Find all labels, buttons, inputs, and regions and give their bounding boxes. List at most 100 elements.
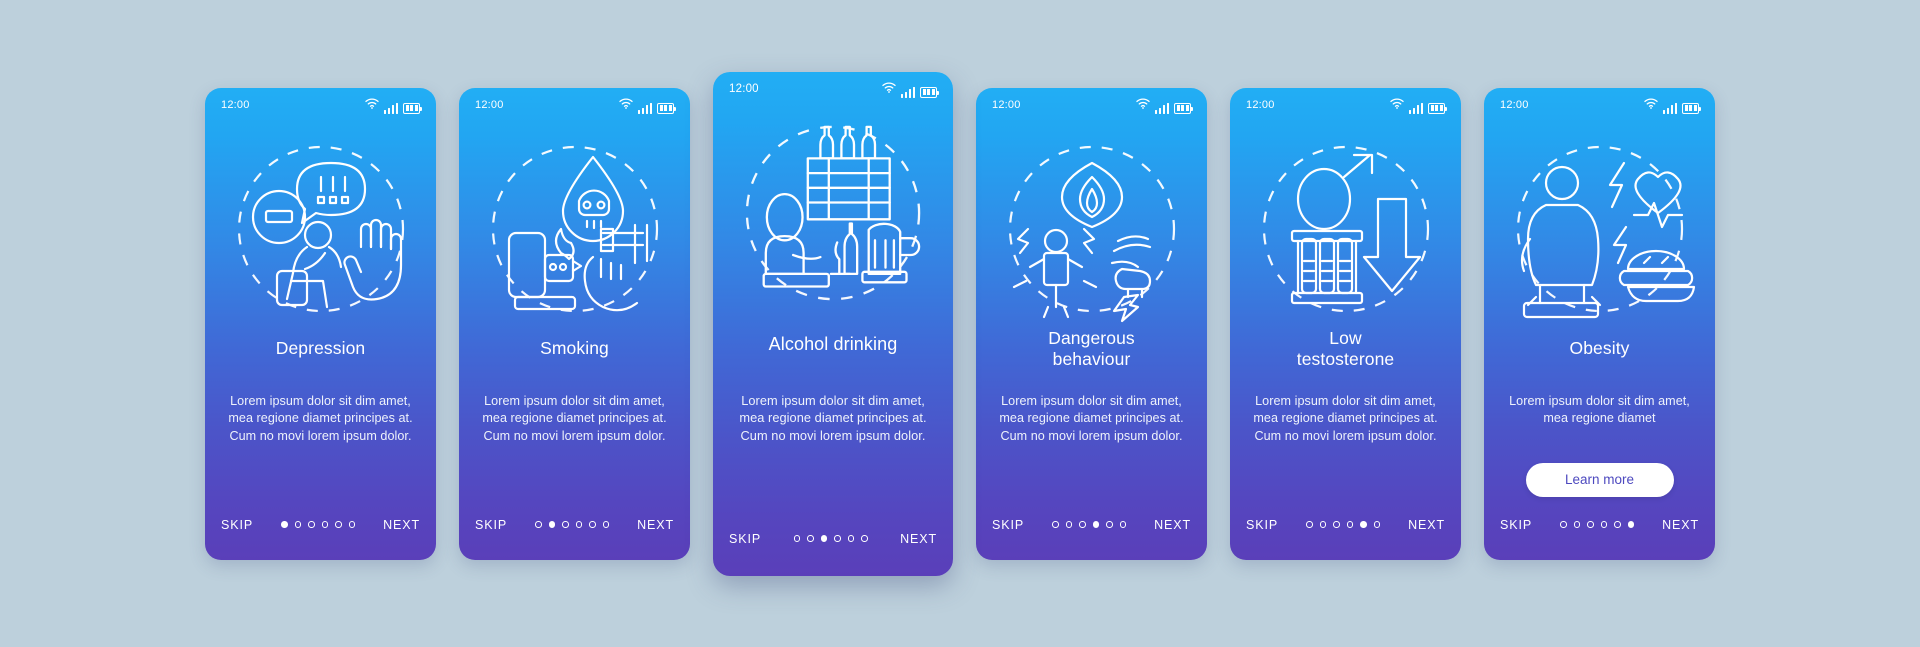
pagination-dot-5[interactable] bbox=[589, 521, 596, 528]
wifi-icon bbox=[364, 96, 379, 114]
pagination-dot-6[interactable] bbox=[1119, 521, 1127, 528]
pagination-dot-5[interactable] bbox=[847, 535, 855, 542]
card-description: Lorem ipsum dolor sit dim amet, mea regi… bbox=[739, 392, 927, 443]
card-title: Smoking bbox=[471, 338, 678, 359]
battery-icon bbox=[1682, 102, 1702, 114]
status-time: 12:00 bbox=[1500, 98, 1529, 111]
card-footer: SKIP NEXT bbox=[729, 532, 937, 546]
pagination-dot-4[interactable] bbox=[321, 521, 329, 528]
next-button[interactable]: NEXT bbox=[637, 518, 674, 532]
obesity-illustration bbox=[1516, 145, 1695, 318]
skip-button[interactable]: SKIP bbox=[221, 518, 253, 532]
pagination-dot-3[interactable] bbox=[1587, 521, 1594, 528]
next-button[interactable]: NEXT bbox=[1662, 518, 1699, 532]
signal-icon bbox=[1154, 102, 1169, 114]
card-footer: SKIP NEXT bbox=[1246, 518, 1445, 532]
status-icons bbox=[1135, 96, 1194, 114]
pagination-dot-6[interactable] bbox=[348, 521, 356, 528]
dangerous-behaviour-illustration bbox=[976, 124, 1207, 334]
skip-button[interactable]: SKIP bbox=[729, 532, 761, 546]
card-description: Lorem ipsum dolor sit dim amet, mea regi… bbox=[228, 393, 413, 443]
status-time: 12:00 bbox=[729, 82, 759, 95]
card-title-line: Dangerous bbox=[1048, 327, 1135, 348]
pagination-dot-1[interactable] bbox=[281, 521, 288, 528]
onboarding-card-smoking[interactable]: 12:00 Smoking Lorem ipsum dolor sit dim … bbox=[459, 87, 690, 560]
pagination-dot-1[interactable] bbox=[1052, 521, 1059, 528]
pagination-dot-5[interactable] bbox=[1360, 521, 1367, 528]
pagination-dot-6[interactable] bbox=[861, 535, 868, 542]
skip-button[interactable]: SKIP bbox=[1500, 518, 1532, 532]
card-description: Lorem ipsum dolor sit dim amet, mea regi… bbox=[999, 393, 1184, 443]
obesity-illustration bbox=[1484, 124, 1715, 334]
card-description: Lorem ipsum dolor sit dim amet, mea regi… bbox=[1509, 393, 1690, 426]
pagination-dot-1[interactable] bbox=[1306, 521, 1313, 528]
card-title: Depression bbox=[217, 338, 424, 359]
pagination-dot-2[interactable] bbox=[548, 521, 556, 528]
battery-icon bbox=[657, 102, 677, 114]
card-footer: SKIP NEXT bbox=[1500, 518, 1699, 532]
pagination-dot-1[interactable] bbox=[793, 535, 801, 542]
battery-icon bbox=[403, 102, 423, 114]
depression-illustration bbox=[237, 145, 404, 312]
pagination-dot-6[interactable] bbox=[1627, 521, 1635, 528]
onboarding-card-low-testosterone[interactable]: 12:00 Low testosterone Lorem ipsum dolor… bbox=[1230, 87, 1461, 560]
onboarding-card-alcohol-drinking[interactable]: 12:00 Alcohol drinking Lorem ipsum dolor… bbox=[713, 71, 953, 576]
pagination-dots bbox=[535, 521, 610, 528]
pagination-dot-2[interactable] bbox=[1573, 521, 1581, 528]
status-time: 12:00 bbox=[475, 98, 504, 111]
pagination-dot-5[interactable] bbox=[1614, 521, 1621, 528]
pagination-dot-4[interactable] bbox=[1092, 521, 1100, 528]
pagination-dot-5[interactable] bbox=[335, 521, 342, 528]
pagination-dot-6[interactable] bbox=[1373, 521, 1381, 528]
pagination-dots bbox=[1306, 521, 1381, 528]
wifi-icon bbox=[618, 96, 633, 114]
battery-icon bbox=[1174, 102, 1194, 114]
pagination-dot-1[interactable] bbox=[1560, 521, 1567, 528]
card-title-line: Smoking bbox=[540, 337, 609, 358]
skip-button[interactable]: SKIP bbox=[475, 518, 507, 532]
signal-icon bbox=[383, 102, 398, 114]
status-bar: 12:00 bbox=[1484, 88, 1715, 122]
onboarding-card-dangerous-behaviour[interactable]: 12:00 Dangerous behaviour Lorem ipsum do… bbox=[976, 87, 1207, 560]
pagination-dot-4[interactable] bbox=[1600, 521, 1608, 528]
pagination-dot-2[interactable] bbox=[1319, 521, 1327, 528]
pagination-dot-3[interactable] bbox=[820, 535, 828, 542]
alcohol-drinking-illustration bbox=[713, 108, 953, 318]
next-button[interactable]: NEXT bbox=[383, 518, 420, 532]
status-bar: 12:00 bbox=[1230, 88, 1461, 122]
pagination-dot-3[interactable] bbox=[562, 521, 569, 528]
signal-icon bbox=[900, 86, 915, 98]
pagination-dot-3[interactable] bbox=[1333, 521, 1340, 528]
pagination-dot-6[interactable] bbox=[602, 521, 610, 528]
pagination-dot-2[interactable] bbox=[807, 535, 814, 542]
status-bar: 12:00 bbox=[713, 72, 953, 106]
next-button[interactable]: NEXT bbox=[1408, 518, 1445, 532]
skip-button[interactable]: SKIP bbox=[1246, 518, 1278, 532]
pagination-dot-2[interactable] bbox=[294, 521, 302, 528]
next-button[interactable]: NEXT bbox=[900, 532, 937, 546]
pagination-dots bbox=[793, 535, 868, 542]
card-title-line: Alcohol drinking bbox=[768, 333, 898, 354]
pagination-dots bbox=[1052, 521, 1127, 528]
skip-button[interactable]: SKIP bbox=[992, 518, 1024, 532]
pagination-dot-3[interactable] bbox=[308, 521, 315, 528]
pagination-dots bbox=[281, 521, 356, 528]
depression-illustration bbox=[205, 124, 436, 334]
onboarding-card-depression[interactable]: 12:00 Depression Lorem ipsum dolor sit d… bbox=[205, 87, 436, 560]
alcohol-drinking-illustration bbox=[745, 125, 921, 300]
pagination-dot-4[interactable] bbox=[1346, 521, 1354, 528]
next-button[interactable]: NEXT bbox=[1154, 518, 1191, 532]
pagination-dot-1[interactable] bbox=[535, 521, 542, 528]
pagination-dot-5[interactable] bbox=[1106, 521, 1113, 528]
onboarding-card-obesity[interactable]: 12:00 Obesity Lorem ipsum dolor sit dim … bbox=[1484, 87, 1715, 560]
learn-more-button[interactable]: Learn more bbox=[1525, 462, 1674, 497]
pagination-dot-2[interactable] bbox=[1065, 521, 1073, 528]
signal-icon bbox=[1662, 102, 1677, 114]
onboarding-screens-board: 12:00 Depression Lorem ipsum dolor sit d… bbox=[0, 0, 1920, 647]
pagination-dot-3[interactable] bbox=[1079, 521, 1086, 528]
pagination-dot-4[interactable] bbox=[575, 521, 583, 528]
card-description: Lorem ipsum dolor sit dim amet, mea regi… bbox=[1253, 393, 1438, 443]
card-description: Lorem ipsum dolor sit dim amet, mea regi… bbox=[482, 393, 667, 443]
pagination-dot-4[interactable] bbox=[834, 535, 841, 542]
wifi-icon bbox=[1643, 96, 1658, 114]
